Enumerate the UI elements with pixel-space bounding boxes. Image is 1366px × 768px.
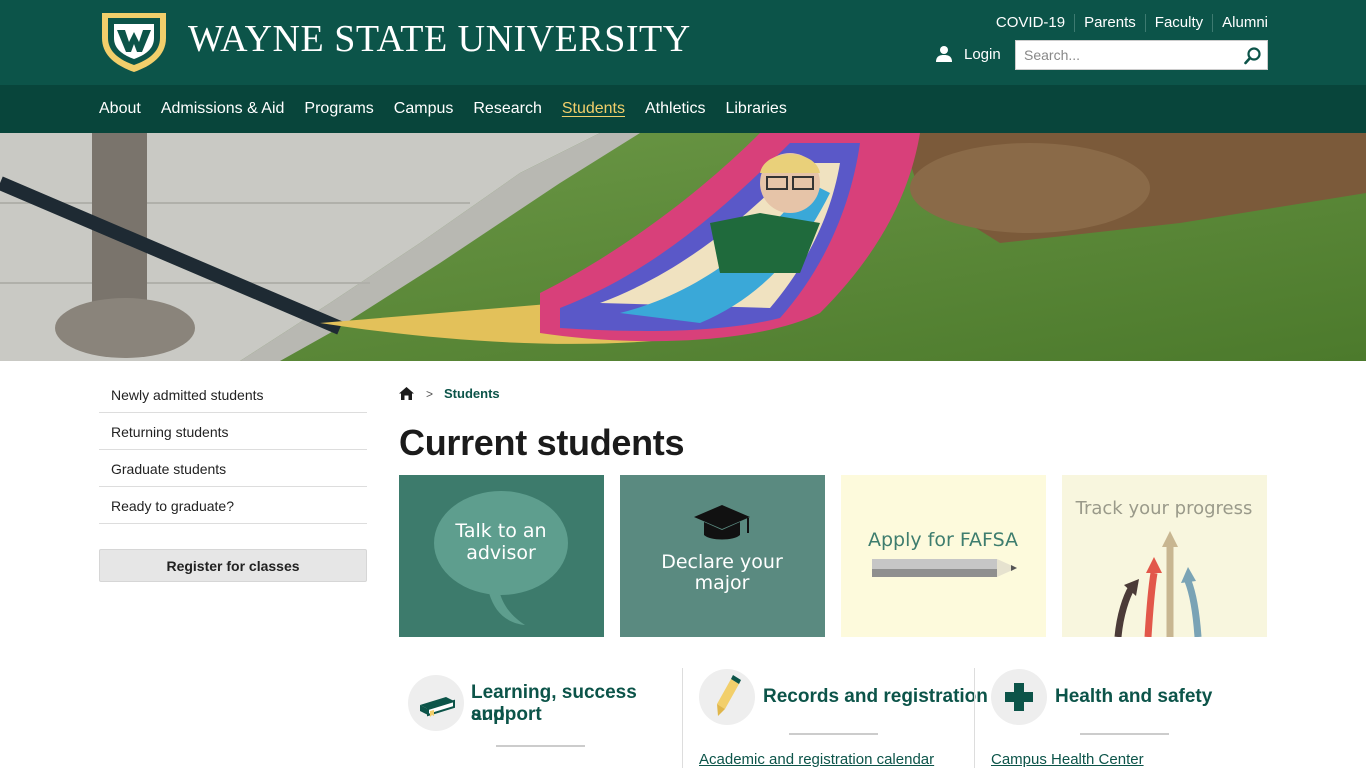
section-learning-success-support: Learning, success and support: [408, 668, 668, 768]
tile-talk-to-advisor[interactable]: Talk to an advisor: [399, 475, 604, 637]
pencil-icon-circle: [699, 669, 755, 725]
nav-item-athletics[interactable]: Athletics: [645, 100, 705, 118]
nav-item-campus[interactable]: Campus: [394, 100, 454, 118]
search-input[interactable]: [1016, 41, 1236, 69]
book-icon-circle: [408, 675, 464, 731]
section-divider: [974, 668, 975, 768]
login-link[interactable]: Login: [935, 45, 1001, 63]
section-health-rule: [1080, 733, 1169, 735]
breadcrumb-separator: >: [426, 386, 434, 401]
cross-icon-circle: [991, 669, 1047, 725]
tile-advisor-line2: advisor: [466, 542, 536, 564]
register-for-classes-button[interactable]: Register for classes: [99, 549, 367, 582]
tile-fafsa-text: Apply for FAFSA: [868, 529, 1018, 551]
utility-link-alumni[interactable]: Alumni: [1212, 14, 1268, 32]
tile-advisor-line1: Talk to an: [454, 520, 546, 542]
section-records-registration: Records and registration Academic and re…: [699, 668, 988, 768]
tile-major-line1: Declare your: [661, 551, 783, 573]
nav-item-research[interactable]: Research: [473, 100, 541, 118]
login-label: Login: [964, 45, 1001, 63]
nav-item-about[interactable]: About: [99, 100, 141, 118]
nav-item-students[interactable]: Students: [562, 100, 625, 118]
user-icon: [936, 46, 952, 62]
nav-item-programs[interactable]: Programs: [304, 100, 373, 118]
pencil-icon: [717, 675, 741, 716]
breadcrumb-current[interactable]: Students: [444, 386, 500, 401]
cross-icon: [1005, 683, 1033, 711]
tile-apply-fafsa[interactable]: Apply for FAFSA: [841, 475, 1046, 637]
tile-progress-text: Track your progress: [1075, 498, 1253, 519]
section-records-title[interactable]: Records and registration: [763, 686, 988, 708]
section-health-safety: Health and safety Campus Health Center: [991, 668, 1261, 768]
sidebar-item-graduate[interactable]: Graduate students: [99, 450, 367, 487]
utility-links: COVID-19 Parents Faculty Alumni: [987, 14, 1268, 32]
page-title: Current students: [399, 422, 685, 463]
tile-declare-major[interactable]: Declare your major: [620, 475, 825, 637]
section-health-title[interactable]: Health and safety: [1055, 686, 1212, 708]
section-learning-title-line2[interactable]: support: [471, 704, 542, 726]
utility-link-parents[interactable]: Parents: [1074, 14, 1145, 32]
sidebar-item-newly-admitted[interactable]: Newly admitted students: [99, 376, 367, 413]
utility-link-covid[interactable]: COVID-19: [987, 14, 1074, 32]
search-box: [1015, 40, 1268, 70]
sidebar-item-ready-to-graduate[interactable]: Ready to graduate?: [99, 487, 367, 524]
search-icon[interactable]: [1243, 46, 1263, 66]
section-records-rule: [789, 733, 878, 735]
breadcrumb: > Students: [399, 386, 500, 401]
pencil-icon: [872, 559, 1017, 577]
main-nav: About Admissions & Aid Programs Campus R…: [0, 85, 1366, 133]
site-header: WAYNE STATE UNIVERSITY COVID-19 Parents …: [0, 0, 1366, 85]
hero-image: [0, 133, 1366, 361]
nav-item-admissions[interactable]: Admissions & Aid: [161, 100, 285, 118]
academic-calendar-link[interactable]: Academic and registration calendar: [699, 751, 934, 768]
sidebar-item-returning[interactable]: Returning students: [99, 413, 367, 450]
home-icon[interactable]: [399, 387, 414, 400]
site-wordmark[interactable]: WAYNE STATE UNIVERSITY: [188, 17, 691, 61]
section-learning-rule: [496, 745, 585, 747]
section-divider: [682, 668, 683, 768]
tile-track-progress[interactable]: Track your progress: [1062, 475, 1267, 637]
nav-item-libraries[interactable]: Libraries: [725, 100, 786, 118]
tile-major-line2: major: [695, 572, 750, 594]
campus-health-center-link[interactable]: Campus Health Center: [991, 751, 1144, 768]
book-icon: [420, 697, 455, 717]
sidebar-nav: Newly admitted students Returning studen…: [99, 376, 367, 524]
utility-link-faculty[interactable]: Faculty: [1144, 14, 1212, 32]
wsu-shield-logo[interactable]: [99, 10, 169, 74]
